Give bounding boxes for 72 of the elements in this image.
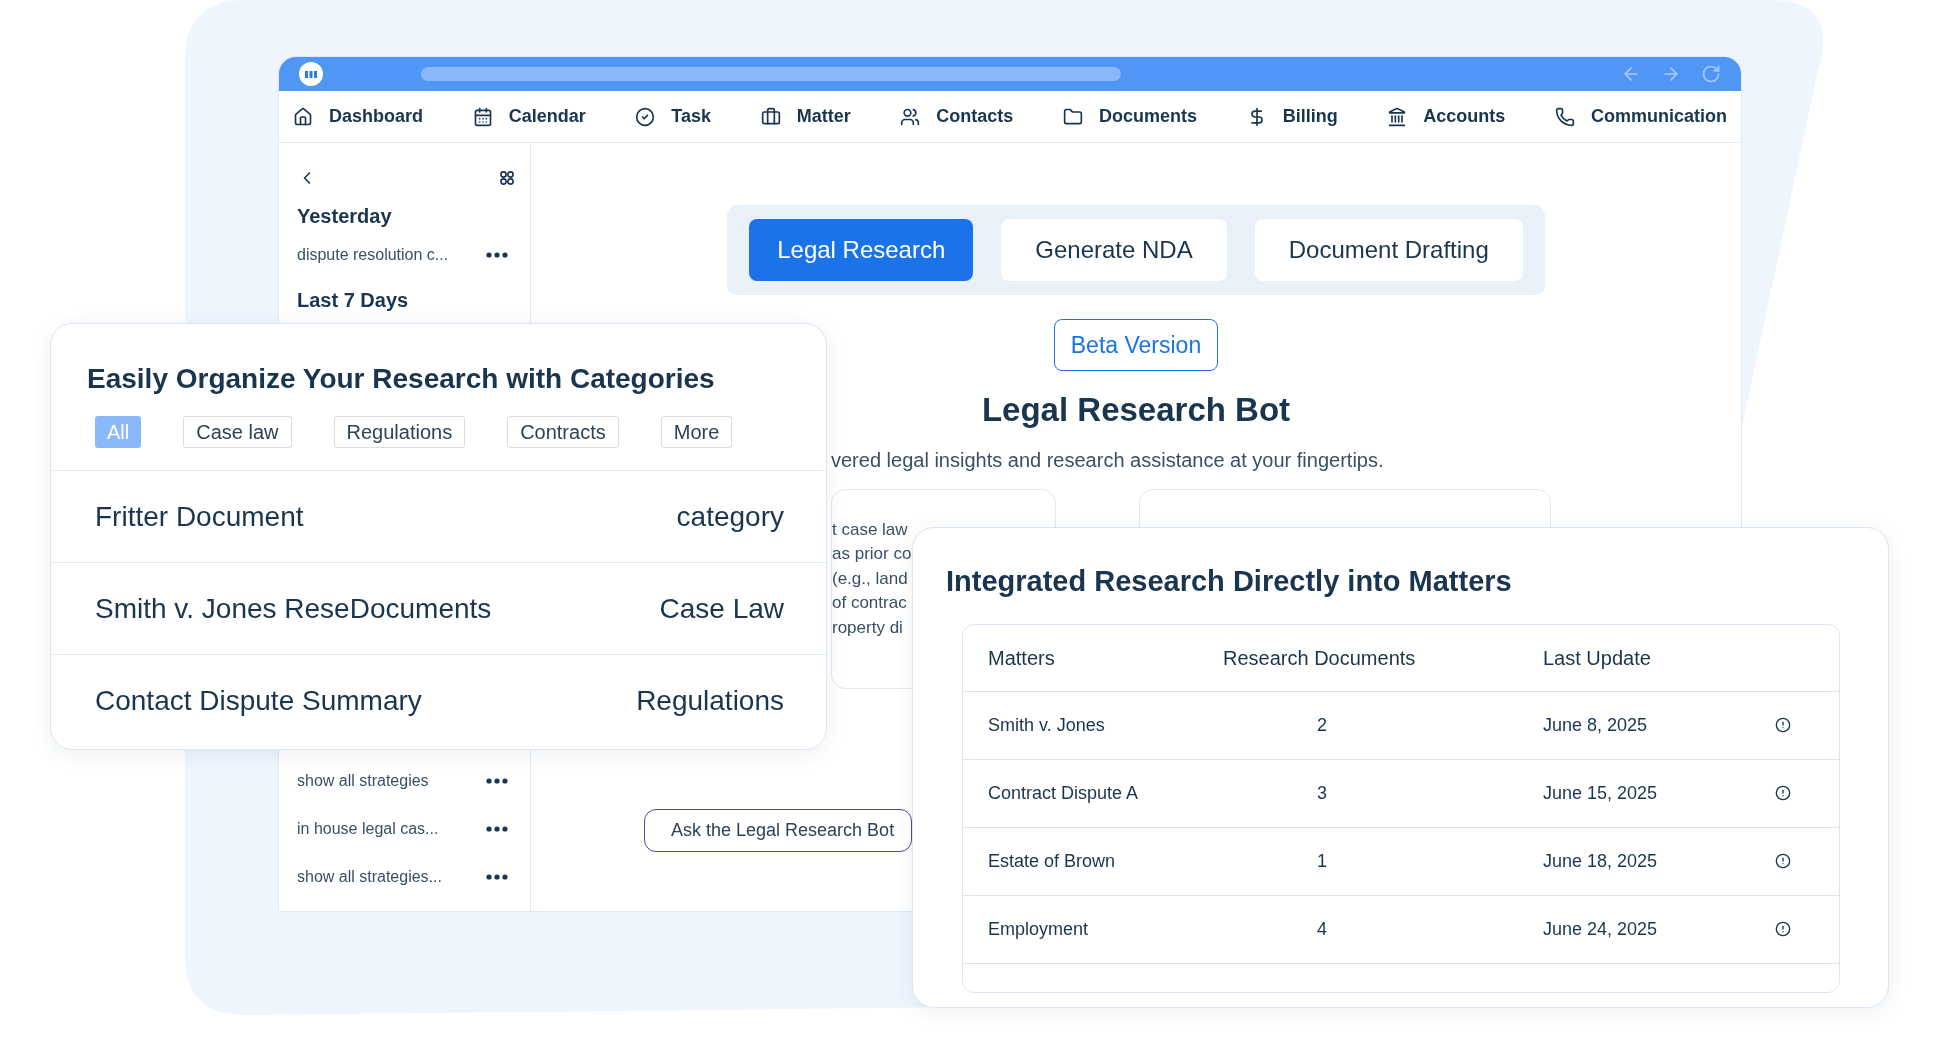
chat-history-item[interactable]: in house legal cas... xyxy=(297,817,439,841)
nav-link[interactable]: Documents xyxy=(1099,103,1197,130)
mode-tab[interactable]: Legal Research xyxy=(749,219,974,281)
info-icon[interactable] xyxy=(1775,921,1791,937)
folder-icon[interactable] xyxy=(1063,106,1083,127)
table-cell-text: Estate of Brown xyxy=(988,849,1117,873)
column-header: Last Update xyxy=(1543,645,1652,671)
nav-link[interactable]: Task xyxy=(671,103,712,130)
suggestion-text: of contrac xyxy=(832,592,907,614)
table-cell-text: Employment xyxy=(988,917,1090,941)
document-name[interactable]: Smith v. Jones ReseDocuments xyxy=(95,587,492,630)
table-cell-text: June 18, 2025 xyxy=(1543,849,1659,873)
column-header: Matters xyxy=(988,645,1056,671)
category-label: category xyxy=(676,499,784,534)
more-icon[interactable] xyxy=(486,778,508,784)
mode-tab[interactable]: Generate NDA xyxy=(1001,219,1227,281)
logo-icon xyxy=(299,62,323,86)
table-cell-text: Contract Dispute A xyxy=(988,781,1140,805)
table-cell-text: 1 xyxy=(1316,849,1328,873)
table-cell-text: 3 xyxy=(1316,781,1328,805)
nav-link[interactable]: Billing xyxy=(1282,103,1338,130)
home-icon[interactable] xyxy=(293,106,313,127)
column-header: Research Documents xyxy=(1223,645,1417,671)
chat-history-item[interactable]: show all strategies xyxy=(297,769,429,793)
chat-history-item[interactable]: show all strategies... xyxy=(297,865,442,889)
chat-history-item[interactable]: dispute resolution c... xyxy=(297,243,449,267)
section-heading: Last 7 Days xyxy=(297,288,410,313)
calendar-icon[interactable] xyxy=(472,106,493,127)
document-name[interactable]: Fritter Document xyxy=(95,495,304,538)
category-label: Regulations xyxy=(636,683,784,718)
table-cell-text: June 24, 2025 xyxy=(1543,917,1659,941)
nav-link[interactable]: Calendar xyxy=(508,103,586,130)
table-cell-text: June 15, 2025 xyxy=(1543,781,1659,805)
suggestion-text: roperty di xyxy=(832,616,903,639)
check-circle-icon[interactable] xyxy=(635,106,656,127)
nav-link[interactable]: Accounts xyxy=(1423,103,1506,130)
suggestion-text: t case law xyxy=(832,518,908,541)
briefcase-icon[interactable] xyxy=(760,106,781,127)
nav-link[interactable]: Contacts xyxy=(936,103,1014,130)
bot-title: Legal Research Bot xyxy=(981,390,1291,430)
bank-icon[interactable] xyxy=(1387,106,1408,127)
bot-subtitle: vered legal insights and research assistance at your fingertips. xyxy=(831,448,1384,471)
suggestion-text: as prior co xyxy=(832,543,912,565)
phone-icon[interactable] xyxy=(1554,106,1575,127)
more-icon[interactable] xyxy=(486,826,508,832)
beta-badge: Beta Version xyxy=(1053,319,1219,371)
info-icon[interactable] xyxy=(1775,785,1791,801)
filter-chip[interactable]: Regulations xyxy=(333,416,466,448)
table-cell-text: 2 xyxy=(1316,713,1328,737)
info-icon[interactable] xyxy=(1775,717,1791,733)
card-title: Easily Organize Your Research with Categories xyxy=(86,362,716,396)
category-label: Case Law xyxy=(659,591,784,626)
nav-link[interactable]: Dashboard xyxy=(329,103,424,130)
suggestion-text: (e.g., land xyxy=(832,567,908,590)
table-cell-text: June 8, 2025 xyxy=(1543,713,1649,737)
table-cell-text: Smith v. Jones xyxy=(988,713,1106,737)
users-icon[interactable] xyxy=(900,106,921,127)
filter-chip[interactable]: Case law xyxy=(183,416,292,448)
section-heading: Yesterday xyxy=(297,204,393,229)
table-cell-text: 4 xyxy=(1316,917,1328,941)
filter-chip[interactable]: Contracts xyxy=(507,416,619,448)
nav-link[interactable]: Communication xyxy=(1590,103,1727,130)
more-icon[interactable] xyxy=(486,252,508,258)
more-icon[interactable] xyxy=(486,874,508,880)
grid-icon[interactable] xyxy=(500,171,514,185)
nav-link[interactable]: Matter xyxy=(796,103,851,130)
ask-bot-button[interactable]: Ask the Legal Research Bot xyxy=(644,808,912,852)
document-name[interactable]: Contact Dispute Summary xyxy=(95,679,422,722)
info-icon[interactable] xyxy=(1775,853,1791,869)
card-title: Integrated Research Directly into Matters xyxy=(945,564,1513,599)
filter-chip[interactable]: More xyxy=(660,416,733,448)
mode-tab[interactable]: Document Drafting xyxy=(1254,219,1523,281)
